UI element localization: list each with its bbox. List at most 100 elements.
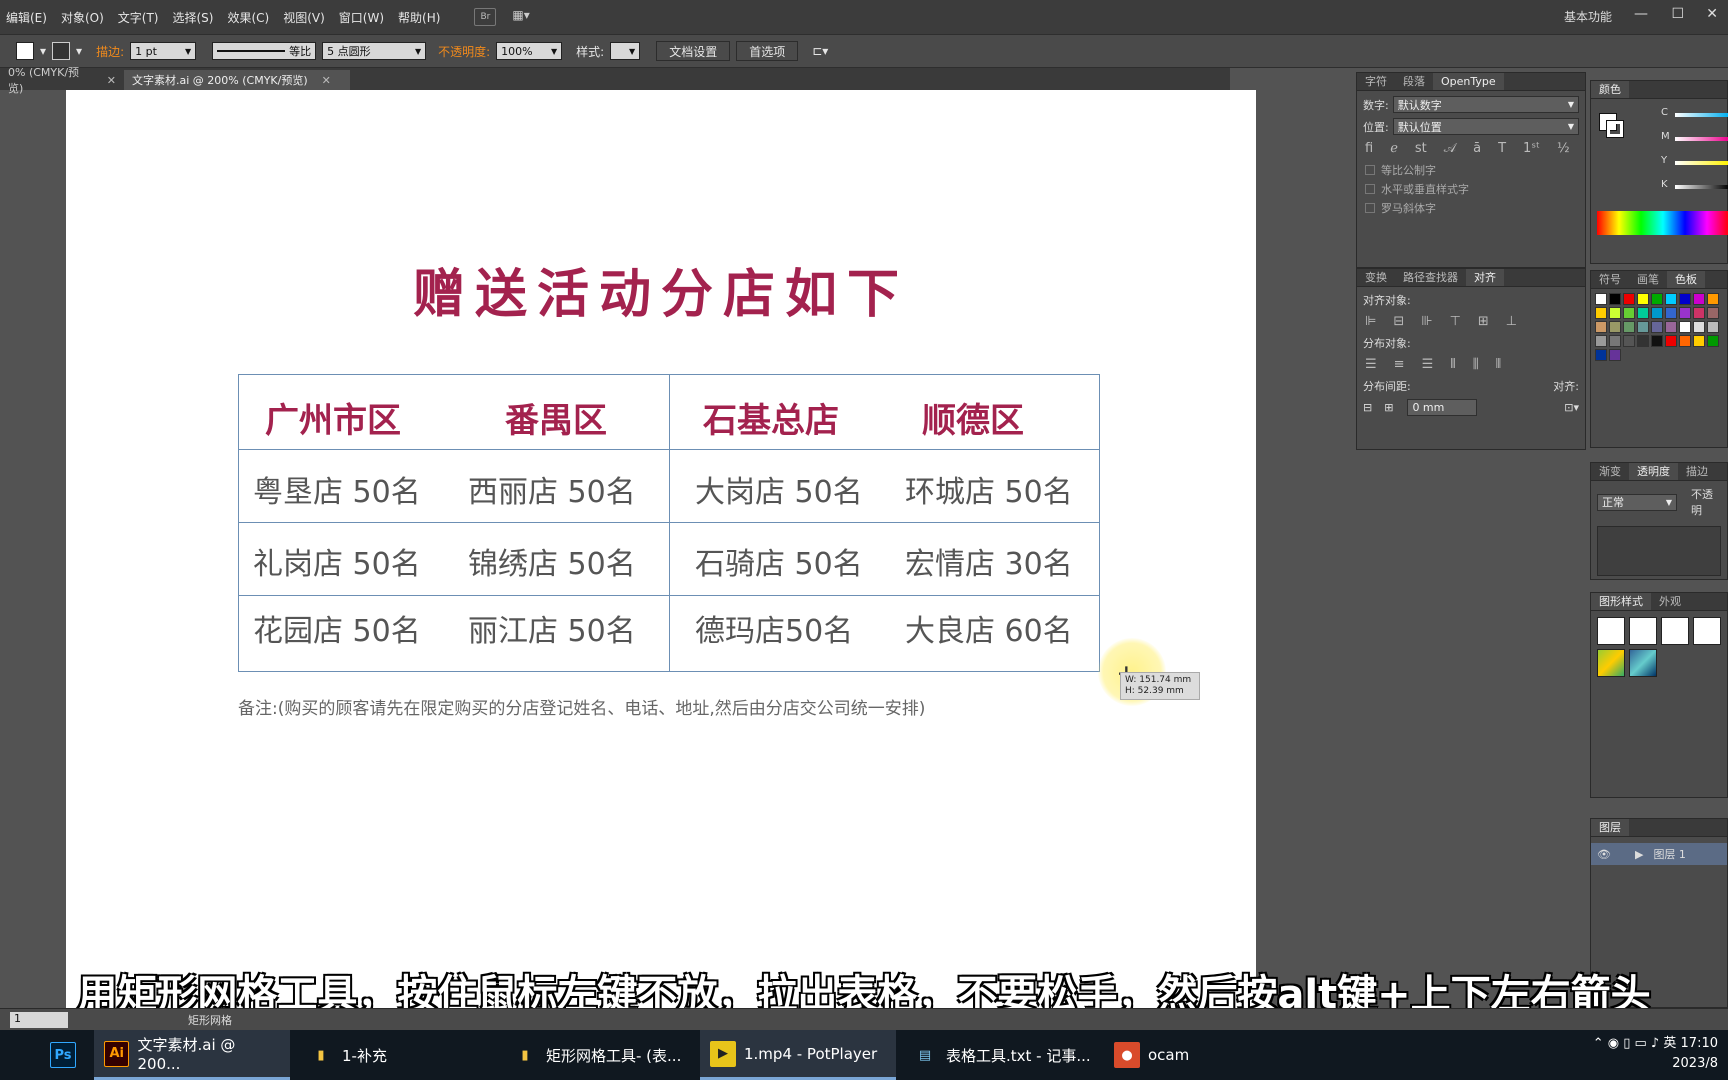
fraction-icon[interactable]: ½ xyxy=(1557,141,1570,156)
align-bottom-icon[interactable]: ⊥ xyxy=(1506,314,1517,329)
swatch[interactable] xyxy=(1595,321,1607,333)
align-vcenter-icon[interactable]: ⊞ xyxy=(1478,314,1489,329)
layer-row[interactable]: 👁 ▶ 图层 1 xyxy=(1591,843,1727,865)
table-cell[interactable]: 锦绣店 50名 xyxy=(468,539,636,583)
swatch[interactable] xyxy=(1693,293,1705,305)
close-tab-icon[interactable]: ✕ xyxy=(107,74,116,87)
menu-view[interactable]: 视图(V) xyxy=(283,9,325,26)
align-top-icon[interactable]: ⊤ xyxy=(1450,314,1461,329)
tab-stroke[interactable]: 描边 xyxy=(1678,463,1716,480)
slider-m[interactable] xyxy=(1675,137,1728,141)
swatch[interactable] xyxy=(1609,293,1621,305)
swatch[interactable] xyxy=(1651,307,1663,319)
tab-pathfinder[interactable]: 路径查找器 xyxy=(1395,269,1466,286)
table-cell[interactable]: 宏情店 30名 xyxy=(905,539,1073,583)
swatch[interactable] xyxy=(1609,321,1621,333)
swatch[interactable] xyxy=(1679,307,1691,319)
position-dropdown[interactable]: 默认位置 ▼ xyxy=(1392,118,1579,135)
workspace-switcher[interactable]: 基本功能 xyxy=(1564,8,1612,25)
tab-transparency[interactable]: 透明度 xyxy=(1629,463,1678,480)
table-cell[interactable]: 西丽店 50名 xyxy=(468,467,636,511)
swatch[interactable] xyxy=(1595,293,1607,305)
swatch[interactable] xyxy=(1693,335,1705,347)
tab-layers[interactable]: 图层 xyxy=(1591,819,1629,836)
align-right-icon[interactable]: ⊪ xyxy=(1421,314,1432,329)
distribute-right-icon[interactable]: ⫴ xyxy=(1496,357,1501,372)
discretionary-ligature-icon[interactable]: st xyxy=(1415,141,1427,156)
stroke-swatch[interactable] xyxy=(1606,120,1624,138)
ime-indicator[interactable]: 英 xyxy=(1663,1036,1676,1051)
distribute-bottom-icon[interactable]: ☰ xyxy=(1422,357,1434,372)
swatch[interactable] xyxy=(1651,335,1663,347)
swatch[interactable] xyxy=(1637,307,1649,319)
swatch[interactable] xyxy=(1693,307,1705,319)
swatch[interactable] xyxy=(1651,321,1663,333)
swatch[interactable] xyxy=(1707,293,1719,305)
header-cell[interactable]: 番禺区 xyxy=(505,393,607,442)
stylistic-icon[interactable]: ā xyxy=(1473,141,1481,156)
ordinal-icon[interactable]: 1ˢᵗ xyxy=(1523,141,1540,156)
taskbar-potplayer[interactable]: ▶ 1.mp4 - PotPlayer xyxy=(700,1030,896,1080)
clock-date[interactable]: 2023/8 xyxy=(1593,1054,1718,1074)
style-shadow[interactable] xyxy=(1693,617,1721,645)
tab-transform[interactable]: 变换 xyxy=(1357,269,1395,286)
swatch[interactable] xyxy=(1679,293,1691,305)
swatch[interactable] xyxy=(1665,321,1677,333)
tab-symbols[interactable]: 符号 xyxy=(1591,271,1629,288)
align-left-icon[interactable]: ⊫ xyxy=(1365,314,1376,329)
swatch[interactable] xyxy=(1637,321,1649,333)
swatch[interactable] xyxy=(1623,321,1635,333)
eye-icon[interactable]: 👁 xyxy=(1597,848,1611,861)
color-spectrum[interactable] xyxy=(1597,211,1728,235)
taskbar-folder-2[interactable]: ▮ 矩形网格工具- (表... xyxy=(502,1030,691,1080)
swatch[interactable] xyxy=(1623,293,1635,305)
maximize-icon[interactable]: ☐ xyxy=(1671,6,1684,22)
style-no-fill[interactable] xyxy=(1629,617,1657,645)
distribute-hcenter-icon[interactable]: ⫼ xyxy=(1473,357,1479,372)
fill-swatch[interactable] xyxy=(16,42,34,60)
header-cell[interactable]: 石基总店 xyxy=(703,393,839,442)
header-cell[interactable]: 广州市区 xyxy=(265,393,401,442)
tab-current-document[interactable]: 文字素材.ai @ 200% (CMYK/预览) ✕ xyxy=(124,70,350,90)
tab-previous-document[interactable]: 0% (CMYK/预览) ✕ xyxy=(0,66,124,95)
table-cell[interactable]: 丽江店 50名 xyxy=(468,606,636,650)
tab-appearance[interactable]: 外观 xyxy=(1651,593,1689,610)
taskbar-photoshop[interactable]: Ps xyxy=(40,1030,94,1080)
swatch[interactable] xyxy=(1637,293,1649,305)
style-default[interactable] xyxy=(1597,617,1625,645)
artboard[interactable]: 赠送活动分店如下 广州市区 番禺区 石基总店 顺德区 粤垦店 50名 西丽店 5… xyxy=(66,90,1256,1010)
bridge-button[interactable]: Br xyxy=(474,8,497,26)
style-texture-1[interactable] xyxy=(1597,649,1625,677)
tab-character[interactable]: 字符 xyxy=(1357,73,1395,90)
menu-window[interactable]: 窗口(W) xyxy=(339,9,384,26)
digits-dropdown[interactable]: 默认数字 ▼ xyxy=(1392,96,1579,113)
slider-y[interactable] xyxy=(1675,161,1728,165)
taskbar-folder-1[interactable]: ▮ 1-补充 xyxy=(298,1030,397,1080)
ligature-icon[interactable]: fi xyxy=(1365,141,1373,156)
variable-width-profile[interactable]: 等比 xyxy=(212,42,317,60)
taskbar-notepad[interactable]: ▤ 表格工具.txt - 记事... xyxy=(902,1030,1101,1080)
swatch[interactable] xyxy=(1651,293,1663,305)
checkbox-proportional[interactable]: 等比公制字 xyxy=(1365,162,1577,178)
swatch[interactable] xyxy=(1707,307,1719,319)
swatch[interactable] xyxy=(1595,349,1607,361)
layer-name[interactable]: 图层 1 xyxy=(1653,846,1686,862)
tab-color[interactable]: 颜色 xyxy=(1591,81,1629,98)
rectangular-grid[interactable]: 广州市区 番禺区 石基总店 顺德区 粤垦店 50名 西丽店 50名 大岗店 50… xyxy=(238,374,1100,672)
note-text[interactable]: 备注:(购买的顾客请先在限定购买的分店登记姓名、电话、地址,然后由分店交公司统一… xyxy=(238,694,925,719)
tab-paragraph[interactable]: 段落 xyxy=(1395,73,1433,90)
tab-graphic-styles[interactable]: 图形样式 xyxy=(1591,593,1651,610)
taskbar-ocam[interactable]: ● ocam xyxy=(1104,1030,1199,1080)
swatch[interactable] xyxy=(1665,335,1677,347)
table-cell[interactable]: 大岗店 50名 xyxy=(695,467,863,511)
tab-brushes[interactable]: 画笔 xyxy=(1629,271,1667,288)
close-icon[interactable]: ✕ xyxy=(1706,6,1718,22)
swatch[interactable] xyxy=(1595,335,1607,347)
titling-icon[interactable]: T xyxy=(1498,141,1506,156)
spacing-vertical-icon[interactable]: ⊟ xyxy=(1363,401,1372,414)
align-hcenter-icon[interactable]: ⊟ xyxy=(1393,314,1404,329)
checkbox-roman-italic[interactable]: 罗马斜体字 xyxy=(1365,200,1577,216)
table-cell[interactable]: 德玛店50名 xyxy=(695,606,853,650)
swatch[interactable] xyxy=(1609,349,1621,361)
contextual-icon[interactable]: ℯ xyxy=(1390,141,1398,156)
